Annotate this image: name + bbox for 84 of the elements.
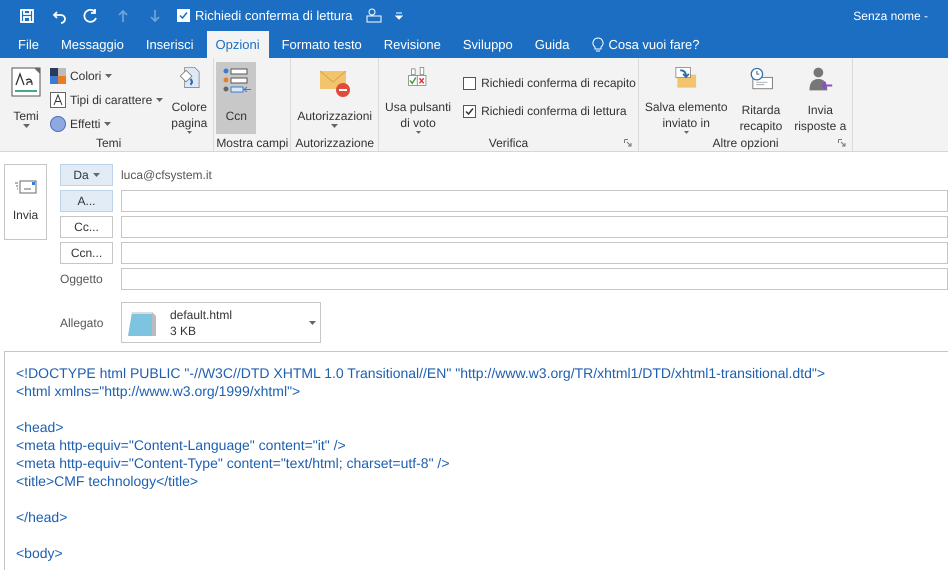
ribbon-button[interactable]: Tipi di carattere <box>50 90 164 110</box>
checkbox-label[interactable]: Richiedi conferma di lettura <box>195 6 353 26</box>
tell-me-search[interactable]: Cosa vuoi fare? <box>608 34 700 54</box>
button-label: Ccn <box>226 108 247 124</box>
checkbox[interactable] <box>463 104 476 118</box>
ribbon-tab[interactable]: File <box>9 31 48 58</box>
envelope-icon <box>14 180 36 194</box>
dialog-launcher-icon[interactable] <box>838 139 846 147</box>
ribbon-button[interactable]: Colore pagina <box>167 62 212 134</box>
ribbon-button[interactable]: Ccn <box>216 62 256 134</box>
checkmark-icon <box>464 106 476 116</box>
dialog-launcher-icon[interactable] <box>624 139 632 147</box>
button-label: di voto <box>400 115 436 132</box>
recipient-button[interactable]: Ccn... <box>60 242 113 264</box>
dropdown-caret-icon <box>309 320 316 324</box>
code-line: <html xmlns="http://www.w3.org/1999/xhtml"> <box>16 382 302 400</box>
recipient-button[interactable]: Cc... <box>60 216 113 238</box>
attachment-size: 3 KB <box>170 322 198 338</box>
checkbox-label[interactable]: Richiedi conferma di lettura <box>481 102 626 120</box>
group-label: Mostra campi <box>216 135 288 152</box>
subject-field[interactable] <box>121 268 948 290</box>
code-line: <meta http-equiv="Content-Type" content="text/html; charset=utf-8" /> <box>16 454 451 472</box>
ribbon-button[interactable]: Ritarda recapito <box>736 62 786 134</box>
group-label: Autorizzazione <box>295 135 374 152</box>
ribbon-button[interactable]: Autorizzazioni <box>293 62 376 134</box>
lightbulb-icon <box>592 36 604 52</box>
save-icon[interactable] <box>19 8 35 24</box>
recipient-field[interactable] <box>121 242 948 264</box>
code-line: <!DOCTYPE html PUBLIC "-//W3C//DTD XHTML 1.0 Transitional//EN" "http://www.w3.org/TR/xhtml1/DTD/xhtml1-transitional.dtd"> <box>16 364 826 382</box>
from-button[interactable]: Da <box>60 164 113 186</box>
checkmark-icon <box>178 10 189 21</box>
code-line: <head> <box>16 418 64 436</box>
ribbon-button[interactable]: Usa pulsanti di voto <box>381 62 456 134</box>
button-label: Autorizzazioni <box>297 108 372 124</box>
recipient-field[interactable] <box>121 216 948 238</box>
recipient-field[interactable] <box>121 190 948 212</box>
redo-icon[interactable] <box>83 8 99 24</box>
code-line: <title>CMF technology</title> <box>16 472 200 490</box>
code-line: <body> <box>16 544 64 562</box>
ribbon-button[interactable]: Colori <box>50 66 164 86</box>
attachment-card[interactable]: default.html 3 KB <box>121 302 321 343</box>
code-line: </head> <box>16 508 68 526</box>
button-label: pagina <box>171 115 208 132</box>
customize-menu-icon[interactable] <box>394 12 403 20</box>
ribbon-button[interactable]: Temi <box>6 62 46 134</box>
ribbon-button[interactable]: Invia risposte a <box>790 62 850 134</box>
button-label: recapito <box>740 118 782 134</box>
code-line: <meta http-equiv="Content-Language" content="it" /> <box>16 436 347 454</box>
group-label: Verifica <box>488 135 528 152</box>
button-label: inviato in <box>662 115 710 132</box>
send-button[interactable]: Invia <box>4 164 47 240</box>
ribbon-tab[interactable]: Formato testo <box>272 31 371 58</box>
group-label: Temi <box>96 135 122 152</box>
ribbon-button[interactable]: Salva elemento inviato in <box>640 62 732 134</box>
envelope-stamp-icon[interactable] <box>364 8 383 24</box>
ribbon-tab[interactable]: Messaggio <box>52 31 133 58</box>
sender-address: luca@cfsystem.it <box>121 167 212 184</box>
ribbon-button[interactable]: Effetti <box>50 114 164 134</box>
button-label: Salva elemento <box>644 99 728 116</box>
checkbox-label[interactable]: Richiedi conferma di recapito <box>481 74 636 92</box>
ribbon-tab[interactable]: Inserisci <box>136 31 203 58</box>
color-swatch-icon <box>50 68 66 84</box>
recipient-button[interactable]: A... <box>60 190 113 212</box>
checkbox[interactable] <box>463 76 476 90</box>
button-label: Invia <box>808 102 833 118</box>
ribbon-tab[interactable]: Sviluppo <box>454 31 522 58</box>
button-label: Usa pulsanti <box>385 99 452 116</box>
effects-circle-icon <box>50 116 66 132</box>
ribbon-tab[interactable]: Opzioni <box>206 31 269 58</box>
window-title: Senza nome - <box>853 8 928 24</box>
font-letter-icon <box>50 92 66 108</box>
dropdown-caret-icon <box>92 173 100 177</box>
attachment-name: default.html <box>170 306 234 322</box>
button-label: Ritarda <box>742 102 780 118</box>
button-label: Temi <box>13 108 39 124</box>
button-label: risposte a <box>794 118 846 134</box>
group-label: Altre opzioni <box>712 135 779 152</box>
ribbon-tab[interactable]: Revisione <box>374 31 450 58</box>
subject-label: Oggetto <box>60 271 104 288</box>
theme-page-icon <box>10 66 42 98</box>
button-label: Colore <box>172 99 207 116</box>
message-body[interactable] <box>4 351 948 570</box>
attachment-label: Allegato <box>60 314 104 332</box>
ribbon-tab[interactable]: Guida <box>526 31 578 58</box>
